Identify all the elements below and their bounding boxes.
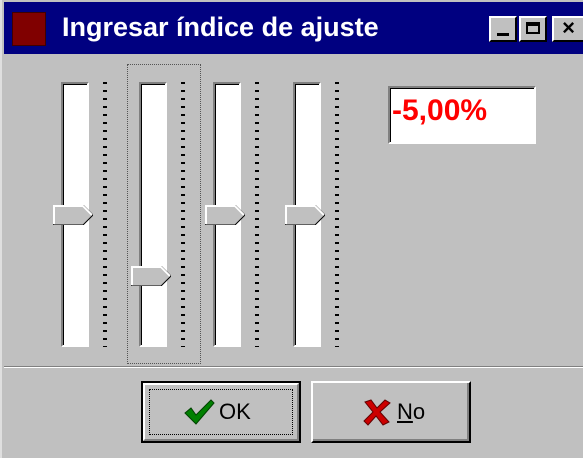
- close-button[interactable]: ×: [552, 15, 583, 42]
- slider-3[interactable]: [205, 82, 259, 349]
- slider-track: [139, 82, 167, 347]
- slider-thumb[interactable]: [205, 205, 245, 225]
- slider-thumb[interactable]: [53, 205, 93, 225]
- slider-4[interactable]: [285, 82, 339, 349]
- no-button-mnemonic: N: [397, 399, 413, 424]
- title-bar[interactable]: Ingresar índice de ajuste ×: [4, 2, 583, 54]
- x-mark-icon: [363, 399, 391, 426]
- slider-ticks: [181, 82, 185, 347]
- slider-ticks: [255, 82, 259, 347]
- slider-2[interactable]: [131, 82, 185, 349]
- slider-ticks: [335, 82, 339, 347]
- close-icon: ×: [562, 15, 575, 40]
- no-button[interactable]: No: [311, 381, 471, 443]
- no-button-label: No: [397, 399, 425, 425]
- ok-button-label: OK: [219, 399, 251, 424]
- dialog-window: Ingresar índice de ajuste × -5,00% OK No: [0, 0, 583, 458]
- maximize-icon: [526, 22, 540, 34]
- slider-1[interactable]: [53, 82, 107, 349]
- ok-button[interactable]: OK: [141, 381, 301, 443]
- maximize-button[interactable]: [519, 16, 547, 42]
- value-text: -5,00%: [392, 94, 488, 127]
- value-display: -5,00%: [388, 86, 536, 144]
- minimize-icon: [497, 33, 509, 36]
- slider-thumb[interactable]: [131, 266, 171, 286]
- no-button-label-rest: o: [412, 399, 426, 424]
- window-title: Ingresar índice de ajuste: [62, 12, 379, 42]
- app-icon[interactable]: [12, 12, 46, 46]
- slider-thumb[interactable]: [285, 205, 325, 225]
- separator-highlight: [4, 367, 583, 368]
- slider-ticks: [103, 82, 107, 347]
- checkmark-icon: [184, 399, 215, 425]
- minimize-button[interactable]: [489, 16, 517, 42]
